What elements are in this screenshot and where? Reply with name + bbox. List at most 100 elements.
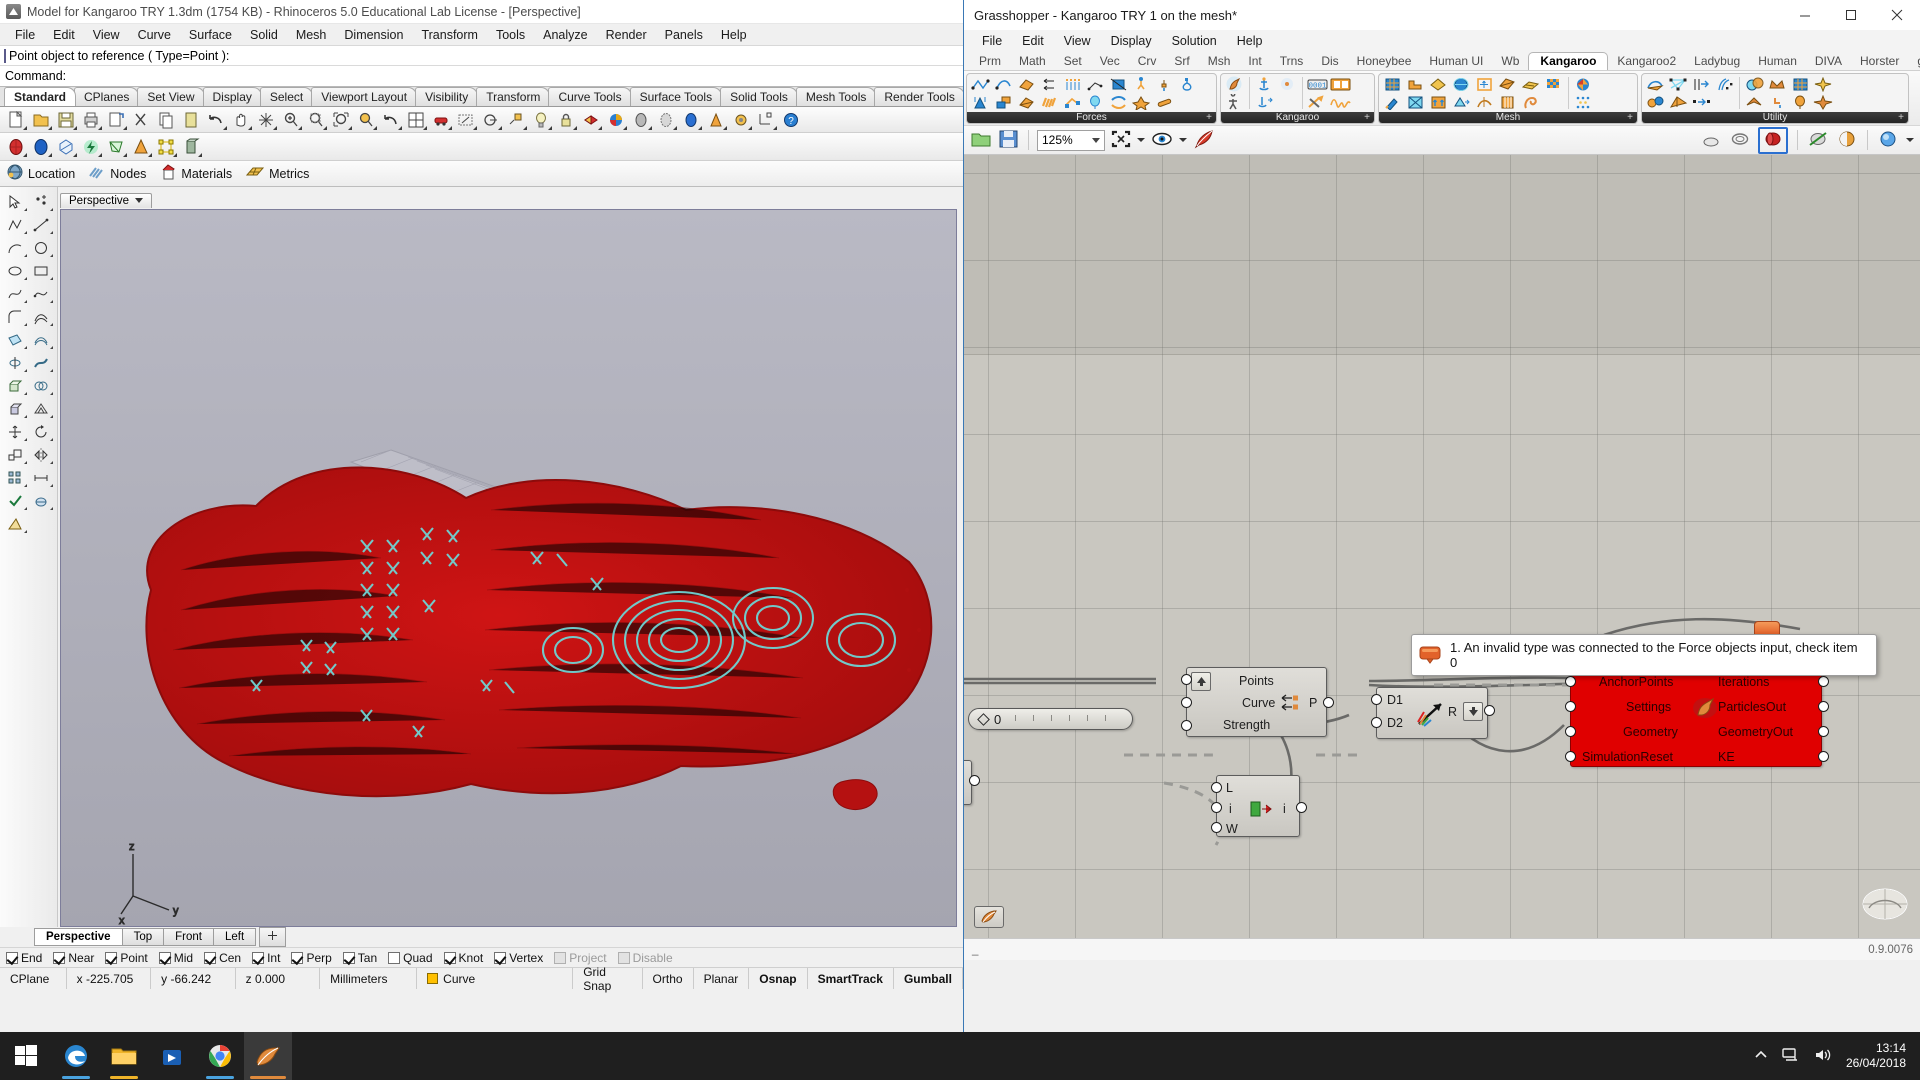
copy-icon[interactable]: [154, 108, 178, 131]
util-faucet-icon[interactable]: [1766, 93, 1789, 111]
forces-icons[interactable]: [967, 74, 1216, 112]
util-grid2-icon[interactable]: [1789, 75, 1812, 93]
rhino-menu-render[interactable]: Render: [597, 26, 656, 44]
rhino-osnap-bar[interactable]: End Near Point Mid Cen Int Perp Tan Quad…: [0, 947, 963, 967]
select-arrow-icon[interactable]: [2, 190, 28, 213]
rhino-side-toolbar[interactable]: [0, 187, 58, 927]
viewport-bottom-tabs[interactable]: Perspective Top Front Left: [0, 927, 963, 947]
util-gears-icon[interactable]: [1644, 93, 1667, 111]
store-icon[interactable]: [148, 1032, 196, 1080]
rhino-menu-solid[interactable]: Solid: [241, 26, 287, 44]
help-icon[interactable]: ?: [779, 108, 803, 131]
kangaroo-solver-component[interactable]: AnchorPoints Settings Geometry Simulatio…: [1565, 667, 1829, 767]
mesh-fold-icon[interactable]: [1496, 75, 1519, 93]
show-hidden-icon[interactable]: [1754, 1048, 1768, 1065]
mesh-surface-icon[interactable]: [1473, 93, 1496, 111]
color-wheel-icon[interactable]: [604, 108, 628, 131]
maximize-icon[interactable]: [1828, 0, 1874, 30]
util-fan-icon[interactable]: [1743, 93, 1766, 111]
windows-taskbar[interactable]: 13:14 26/04/2018: [0, 1032, 1920, 1080]
mesh-checker-icon[interactable]: [1542, 75, 1565, 93]
vp-tab-left[interactable]: Left: [212, 928, 257, 946]
polyline-icon[interactable]: [2, 213, 28, 236]
toolbar-tab-set-view[interactable]: Set View: [137, 87, 205, 106]
osnap-quad[interactable]: Quad: [388, 951, 433, 965]
circle-tool-icon[interactable]: [28, 236, 54, 259]
gh-tab-dis[interactable]: Dis: [1312, 53, 1347, 70]
springs-from-curve-component[interactable]: Points Curve Strength P: [1181, 667, 1334, 737]
kangaroo-tools-icon[interactable]: [1306, 93, 1329, 111]
force-balloon-icon[interactable]: [1084, 93, 1107, 111]
osnap-int-checkbox[interactable]: [252, 951, 265, 964]
rhino-toolbar-row-2[interactable]: [0, 133, 963, 161]
osnap-mid-checkbox[interactable]: [158, 951, 171, 964]
gh-preview-modes[interactable]: [1700, 126, 1914, 154]
rhino-menu-edit[interactable]: Edit: [44, 26, 84, 44]
rhino-toolbar-tabs[interactable]: Standard CPlanes Set View Display Select…: [0, 87, 963, 107]
shade-blue-icon[interactable]: [679, 108, 703, 131]
status-gumball[interactable]: Gumball: [894, 968, 963, 989]
extrude-icon[interactable]: [2, 374, 28, 397]
rhino-menu-help[interactable]: Help: [712, 26, 756, 44]
paste-icon[interactable]: [179, 108, 203, 131]
line-port-i[interactable]: [1211, 802, 1222, 813]
mesh-roll-icon[interactable]: [1519, 93, 1542, 111]
util-star2-icon[interactable]: [1812, 75, 1835, 93]
zoom-in-icon[interactable]: [279, 108, 303, 131]
mesh-icons[interactable]: [1379, 74, 1637, 112]
kangaroo-physics-icon[interactable]: [1223, 93, 1246, 111]
analyze-icon[interactable]: [504, 108, 528, 131]
color-dropdown-icon[interactable]: [1906, 133, 1914, 147]
rhino-toolbar-row-1[interactable]: ?: [0, 107, 963, 133]
osnap-knot-checkbox[interactable]: [443, 951, 456, 964]
number-slider-track[interactable]: [1001, 709, 1132, 729]
eye-preview-icon[interactable]: [1151, 131, 1173, 150]
osnap-int[interactable]: Int: [252, 951, 280, 965]
osnap-perp-checkbox[interactable]: [291, 951, 304, 964]
utility-expand-icon[interactable]: +: [1898, 112, 1904, 123]
gh-tab-kangaroo2[interactable]: Kangaroo2: [1608, 53, 1685, 70]
osnap-near-checkbox[interactable]: [53, 951, 66, 964]
rhino-panel-row[interactable]: Location Nodes Materials Metrics: [0, 161, 963, 187]
ellipse-icon[interactable]: [2, 259, 28, 282]
gh-menu-help[interactable]: Help: [1227, 32, 1273, 50]
gh-menu-solution[interactable]: Solution: [1162, 32, 1227, 50]
toolbar-tab-transform[interactable]: Transform: [476, 87, 551, 106]
force-unary-icon[interactable]: [1038, 75, 1061, 93]
mesh-diamond-grid-icon[interactable]: [1404, 93, 1427, 111]
util-shift-icon[interactable]: [1690, 93, 1713, 111]
rotate-view-icon[interactable]: [254, 108, 278, 131]
osnap-knot[interactable]: Knot: [443, 951, 483, 965]
zoom-window-icon[interactable]: [304, 108, 328, 131]
analyze-dist-icon[interactable]: [28, 466, 54, 489]
springs-port-points[interactable]: [1181, 674, 1192, 685]
osnap-mid[interactable]: Mid: [158, 951, 193, 965]
up-arrow-icon[interactable]: [1191, 672, 1211, 691]
mesh-quad-grid-icon[interactable]: [1381, 75, 1404, 93]
osnap-cen-checkbox[interactable]: [204, 951, 217, 964]
line-port-i-out[interactable]: [1296, 802, 1307, 813]
array-icon[interactable]: [2, 466, 28, 489]
mesh-tools-icon[interactable]: [28, 397, 54, 420]
taskbar-clock[interactable]: 13:14 26/04/2018: [1846, 1041, 1906, 1071]
gh-tab-diva[interactable]: DIVA: [1806, 53, 1851, 70]
vector-port-r-out[interactable]: [1484, 705, 1495, 716]
toolbar-tab-select[interactable]: Select: [259, 87, 314, 106]
mesh-expand-icon[interactable]: +: [1627, 112, 1633, 123]
status-osnap[interactable]: Osnap: [749, 968, 808, 989]
mesh-diamond-icon[interactable]: [1427, 75, 1450, 93]
offset-icon[interactable]: [28, 305, 54, 328]
viewport-label-tab[interactable]: Perspective: [60, 192, 153, 208]
kangaroo-expand-icon[interactable]: +: [1364, 112, 1370, 123]
gh-tab-vec[interactable]: Vec: [1091, 53, 1129, 70]
line-port-l[interactable]: [1211, 782, 1222, 793]
sphere-red-icon[interactable]: [4, 135, 28, 158]
util-circles-icon[interactable]: [1743, 75, 1766, 93]
status-grid-snap[interactable]: Grid Snap: [573, 965, 643, 993]
light-bulb-icon[interactable]: [529, 108, 553, 131]
gh-tab-horster[interactable]: Horster: [1851, 53, 1908, 70]
status-layer[interactable]: Curve: [417, 968, 574, 989]
gh-canvas[interactable]: 0 Points Curve Strength P L i W i D1 D2 …: [964, 155, 1920, 960]
mesh-flat-icon[interactable]: [1519, 75, 1542, 93]
osnap-end[interactable]: End: [6, 951, 42, 965]
